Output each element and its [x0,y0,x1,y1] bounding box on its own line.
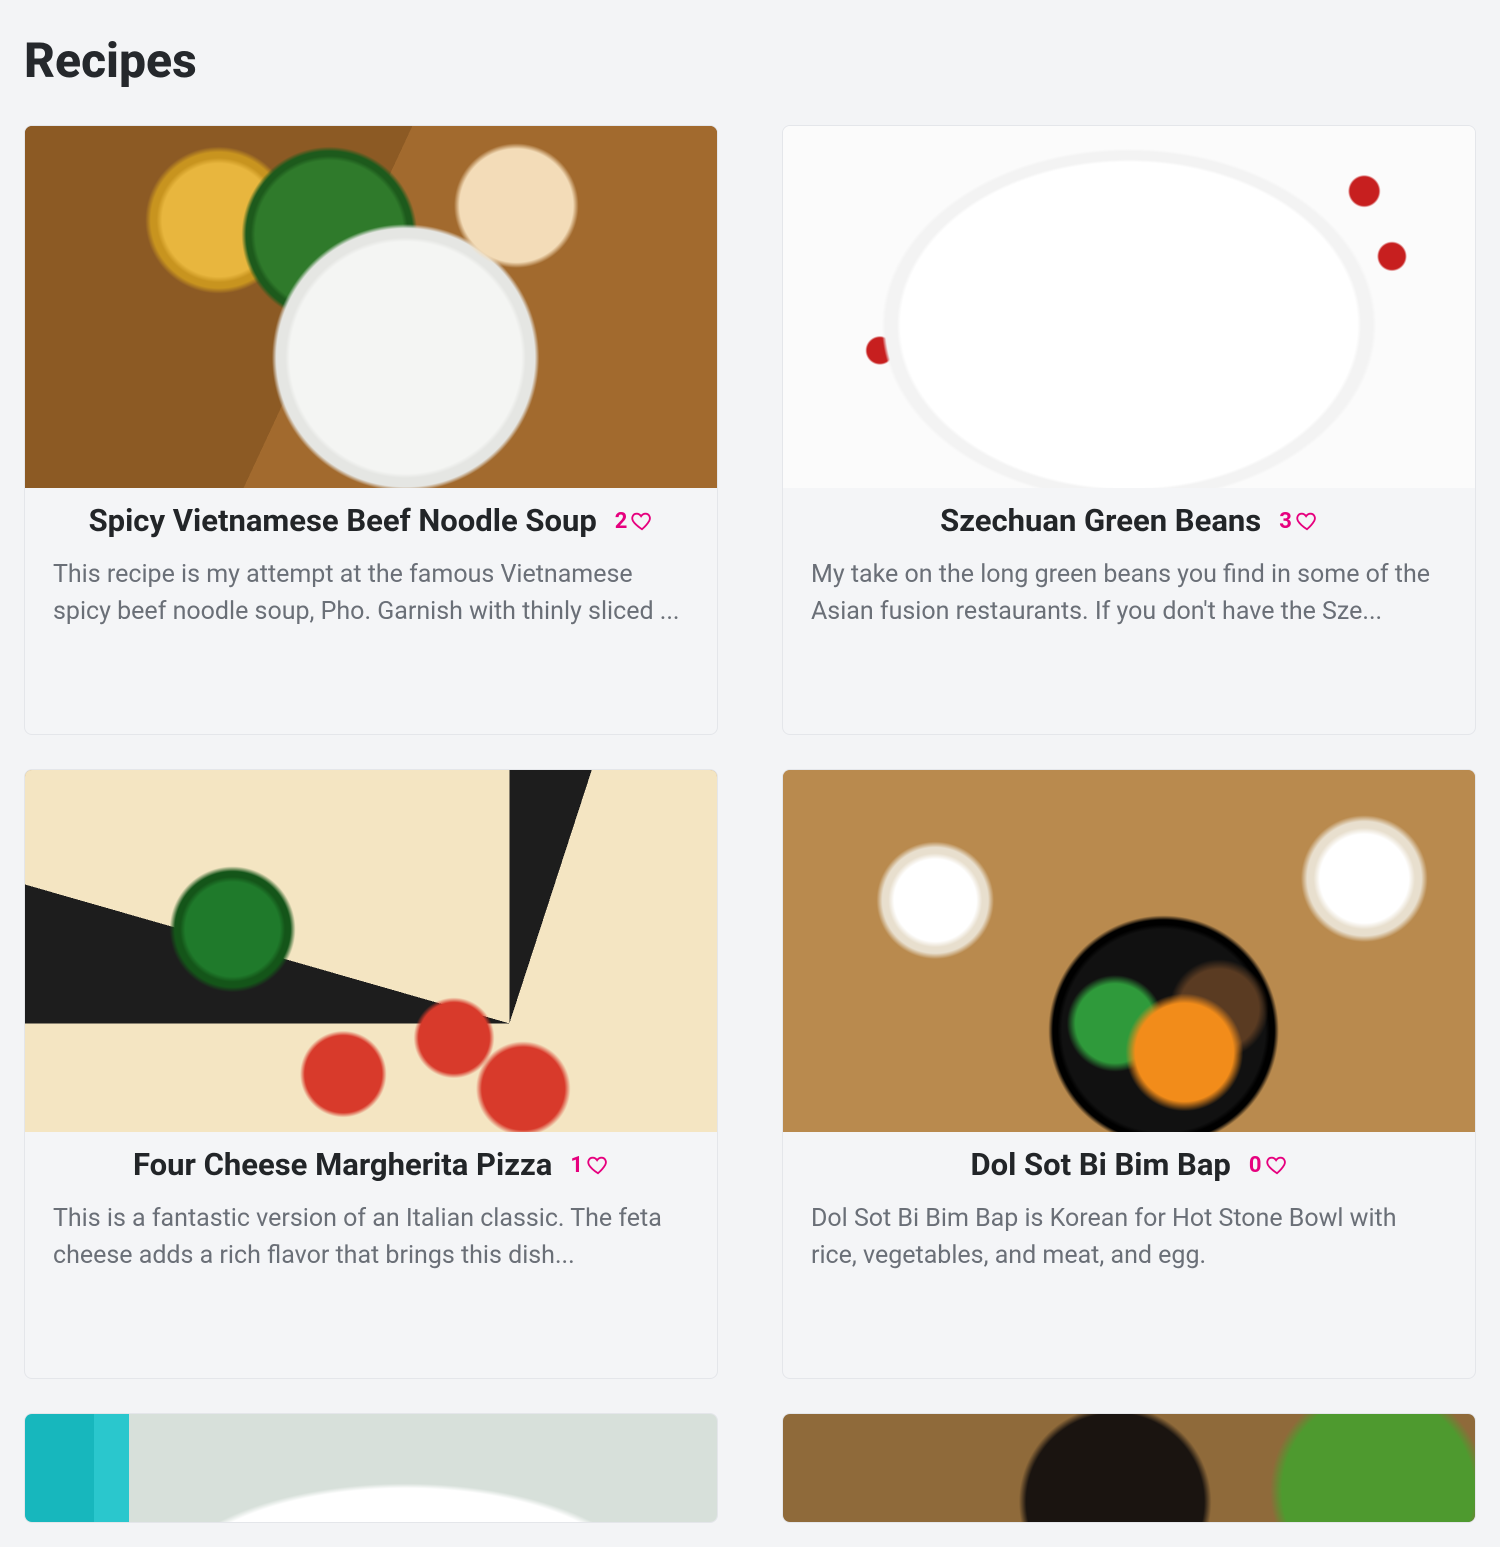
recipe-title: Four Cheese Margherita Pizza [133,1148,552,1182]
recipe-image [783,770,1475,1132]
recipe-card-body: Spicy Vietnamese Beef Noodle Soup 2 This… [25,488,717,650]
recipe-title: Dol Sot Bi Bim Bap [970,1148,1230,1182]
like-count: 1 [570,1153,583,1178]
recipe-card[interactable]: Dol Sot Bi Bim Bap 0 Dol Sot Bi Bim Bap … [782,769,1476,1379]
recipe-description: This is a fantastic version of an Italia… [53,1200,689,1274]
like-button[interactable]: 3 [1279,509,1318,534]
heart-icon [1266,1154,1288,1176]
recipe-grid: Spicy Vietnamese Beef Noodle Soup 2 This… [24,125,1476,1523]
like-count: 2 [615,509,628,534]
recipe-description: Dol Sot Bi Bim Bap is Korean for Hot Sto… [811,1200,1447,1274]
recipe-card-body: Dol Sot Bi Bim Bap 0 Dol Sot Bi Bim Bap … [783,1132,1475,1294]
recipe-image [25,126,717,488]
like-button[interactable]: 2 [615,509,654,534]
page-title: Recipes [24,32,1476,89]
recipe-title: Szechuan Green Beans [940,504,1261,538]
recipe-image [25,770,717,1132]
heart-icon [631,510,653,532]
heart-icon [1296,510,1318,532]
like-count: 0 [1249,1153,1262,1178]
like-button[interactable]: 1 [570,1153,609,1178]
like-count: 3 [1279,509,1292,534]
heart-icon [587,1154,609,1176]
recipe-image [783,126,1475,488]
like-button[interactable]: 0 [1249,1153,1288,1178]
recipe-title: Spicy Vietnamese Beef Noodle Soup [89,504,597,538]
recipe-description: This recipe is my attempt at the famous … [53,556,689,630]
recipe-card-body: Szechuan Green Beans 3 My take on the lo… [783,488,1475,650]
recipe-description: My take on the long green beans you find… [811,556,1447,630]
recipe-card[interactable]: Szechuan Green Beans 3 My take on the lo… [782,125,1476,735]
recipe-card[interactable]: Spicy Vietnamese Beef Noodle Soup 2 This… [24,125,718,735]
recipe-card[interactable]: Four Cheese Margherita Pizza 1 This is a… [24,769,718,1379]
recipe-card-body: Four Cheese Margherita Pizza 1 This is a… [25,1132,717,1294]
